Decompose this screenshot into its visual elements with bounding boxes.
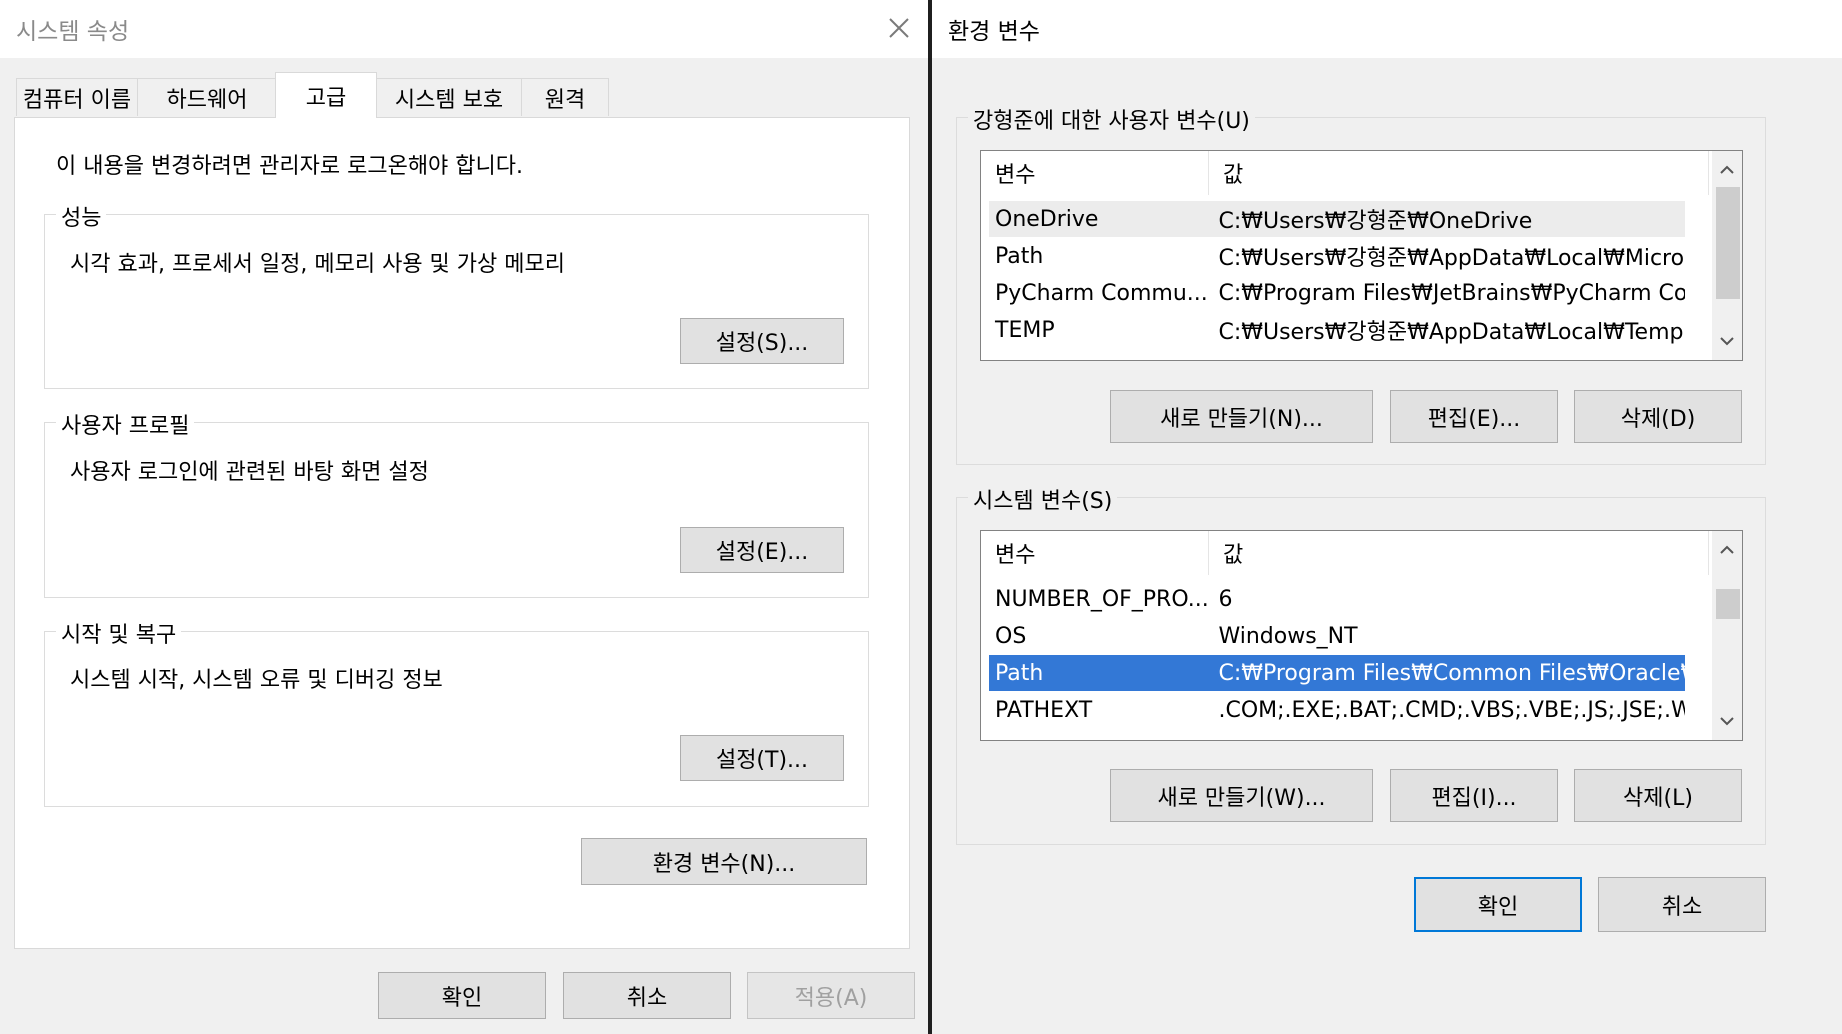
user-header-value[interactable]: 값 <box>1209 151 1709 195</box>
scroll-down-button[interactable] <box>1712 706 1742 736</box>
user-var-name: OneDrive <box>995 206 1099 232</box>
user-new-button[interactable]: 새로 만들기(N)... <box>1110 390 1373 443</box>
admin-note: 이 내용을 변경하려면 관리자로 로그온해야 합니다. <box>56 154 524 179</box>
apply-button[interactable]: 적용(A) <box>747 972 915 1019</box>
user-variables-list[interactable]: 변수 값 OneDrive C:₩Users₩강형준₩OneDrive Path… <box>980 150 1743 361</box>
user-profile-legend: 사용자 프로필 <box>56 408 195 440</box>
tab-hardware[interactable]: 하드웨어 <box>137 78 277 116</box>
user-var-value: C:₩Users₩강형준₩AppData₩Local₩Temp <box>1218 320 1684 345</box>
performance-settings-button[interactable]: 설정(S)... <box>680 318 844 364</box>
right-ok-button[interactable]: 확인 <box>1414 877 1582 932</box>
user-var-name: Path <box>995 243 1044 269</box>
tab-advanced[interactable]: 고급 <box>275 72 377 118</box>
system-var-name: Path <box>995 660 1044 686</box>
system-var-value: C:₩Program Files₩Common Files₩Oracle₩... <box>1218 660 1685 686</box>
system-var-value: .COM;.EXE;.BAT;.CMD;.VBS;.VBE;.JS;.JSE;.… <box>1218 697 1685 723</box>
scroll-down-button[interactable] <box>1712 326 1742 356</box>
user-variables-legend: 강형준에 대한 사용자 변수(U) <box>968 103 1255 135</box>
system-var-name: NUMBER_OF_PRO... <box>995 586 1209 612</box>
startup-recovery-description: 시스템 시작, 시스템 오류 및 디버깅 정보 <box>70 668 443 693</box>
system-var-value: 6 <box>1218 586 1233 612</box>
environment-variables-button[interactable]: 환경 변수(N)... <box>581 838 867 885</box>
performance-description: 시각 효과, 프로세서 일정, 메모리 사용 및 가상 메모리 <box>70 252 565 277</box>
scroll-thumb[interactable] <box>1716 187 1740 299</box>
chevron-down-icon <box>1720 337 1734 346</box>
table-row[interactable]: PyCharm Commu... C:₩Program Files₩JetBra… <box>989 275 1685 311</box>
tab-remote[interactable]: 원격 <box>521 78 609 116</box>
table-row[interactable]: OS Windows_NT <box>989 618 1685 654</box>
user-edit-button[interactable]: 편집(E)... <box>1390 390 1558 443</box>
user-var-value: C:₩Users₩강형준₩OneDrive <box>1218 209 1533 234</box>
left-cancel-button[interactable]: 취소 <box>563 972 731 1019</box>
system-var-name: OS <box>995 623 1027 649</box>
system-var-value: Windows_NT <box>1218 623 1358 649</box>
user-var-name: PyCharm Commu... <box>995 280 1208 306</box>
close-icon <box>889 18 909 38</box>
user-variables-scrollbar[interactable] <box>1712 151 1742 360</box>
right-title-bar <box>932 0 1842 58</box>
system-variables-scrollbar[interactable] <box>1712 531 1742 740</box>
table-row[interactable]: OneDrive C:₩Users₩강형준₩OneDrive <box>989 201 1685 237</box>
system-new-button[interactable]: 새로 만들기(W)... <box>1110 769 1373 822</box>
user-var-value: C:₩Users₩강형준₩AppData₩Local₩Micros... <box>1218 246 1685 271</box>
system-var-name: PATHEXT <box>995 697 1093 723</box>
user-variables-header: 변수 값 <box>981 151 1709 195</box>
performance-legend: 성능 <box>56 200 107 232</box>
left-ok-button[interactable]: 확인 <box>378 972 546 1019</box>
left-dialog-title: 시스템 속성 <box>16 19 130 45</box>
scroll-thumb[interactable] <box>1716 589 1740 619</box>
user-var-value: C:₩Program Files₩JetBrains₩PyCharm Co... <box>1218 280 1685 306</box>
chevron-down-icon <box>1720 717 1734 726</box>
user-profile-description: 사용자 로그인에 관련된 바탕 화면 설정 <box>70 460 429 485</box>
table-row[interactable]: Path C:₩Users₩강형준₩AppData₩Local₩Micros..… <box>989 238 1685 274</box>
scroll-up-button[interactable] <box>1712 535 1742 565</box>
user-var-name: TEMP <box>995 317 1055 343</box>
chevron-up-icon <box>1720 165 1734 174</box>
user-profile-settings-button[interactable]: 설정(E)... <box>680 527 844 573</box>
system-delete-button[interactable]: 삭제(L) <box>1574 769 1742 822</box>
system-variables-header: 변수 값 <box>981 531 1709 575</box>
table-row-selected[interactable]: Path C:₩Program Files₩Common Files₩Oracl… <box>989 655 1685 691</box>
scroll-up-button[interactable] <box>1712 155 1742 185</box>
system-header-variable[interactable]: 변수 <box>981 531 1209 575</box>
user-delete-button[interactable]: 삭제(D) <box>1574 390 1742 443</box>
startup-recovery-legend: 시작 및 복구 <box>56 617 182 649</box>
system-header-value[interactable]: 값 <box>1209 531 1709 575</box>
tab-computer-name[interactable]: 컴퓨터 이름 <box>16 78 138 116</box>
user-header-variable[interactable]: 변수 <box>981 151 1209 195</box>
startup-recovery-settings-button[interactable]: 설정(T)... <box>680 735 844 781</box>
table-row[interactable]: NUMBER_OF_PRO... 6 <box>989 581 1685 617</box>
system-variables-legend: 시스템 변수(S) <box>968 483 1118 515</box>
left-title-bar <box>0 0 928 58</box>
right-cancel-button[interactable]: 취소 <box>1598 877 1766 932</box>
chevron-up-icon <box>1720 545 1734 554</box>
right-dialog-title: 환경 변수 <box>948 19 1040 45</box>
system-variables-list[interactable]: 변수 값 NUMBER_OF_PRO... 6 OS Windows_NT Pa… <box>980 530 1743 741</box>
system-edit-button[interactable]: 편집(I)... <box>1390 769 1558 822</box>
table-row[interactable]: TEMP C:₩Users₩강형준₩AppData₩Local₩Temp <box>989 312 1685 348</box>
tab-system-protection[interactable]: 시스템 보호 <box>376 78 522 116</box>
close-button[interactable] <box>878 8 920 48</box>
table-row[interactable]: PATHEXT .COM;.EXE;.BAT;.CMD;.VBS;.VBE;.J… <box>989 692 1685 728</box>
